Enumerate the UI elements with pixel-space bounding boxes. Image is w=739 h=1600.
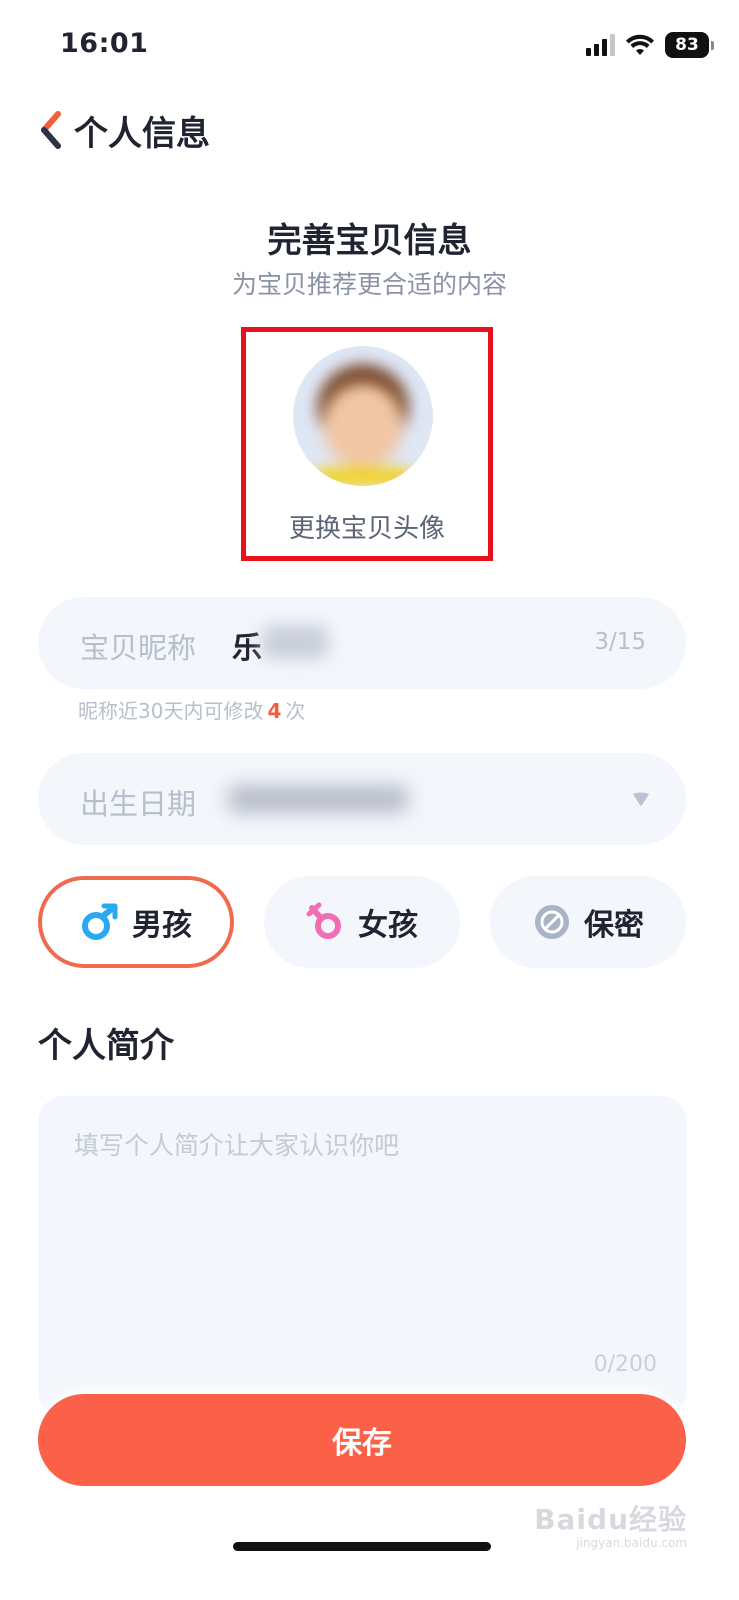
nickname-char-count: 3/15: [594, 629, 646, 655]
nickname-hint-suffix: 次: [285, 699, 306, 723]
birthday-label: 出生日期: [80, 787, 197, 821]
nickname-blurred-text: [262, 625, 328, 659]
signal-icon: [586, 34, 615, 56]
nickname-label: 宝贝昵称: [80, 631, 197, 665]
male-icon: [82, 903, 118, 940]
nickname-input[interactable]: 乐: [232, 623, 262, 667]
bio-char-count: 0/200: [593, 1352, 657, 1377]
birthday-blurred-value: [228, 785, 408, 813]
gender-option-girl[interactable]: 女孩: [264, 876, 460, 968]
change-avatar-button[interactable]: 更换宝贝头像: [241, 508, 493, 545]
birthday-field[interactable]: 出生日期: [38, 753, 686, 845]
gender-option-secret[interactable]: 保密: [490, 876, 686, 968]
gender-option-boy[interactable]: 男孩: [38, 876, 234, 968]
section-subtitle: 为宝贝推荐更合适的内容: [231, 270, 507, 299]
prohibited-icon: [535, 905, 569, 939]
watermark-sub: jingyan.baidu.com: [576, 1536, 687, 1550]
bio-placeholder: 填写个人简介让大家认识你吧: [74, 1131, 400, 1160]
gender-label-girl: 女孩: [358, 908, 418, 943]
nickname-hint-number: 4: [267, 699, 282, 723]
female-icon: [306, 902, 341, 939]
nickname-hint-prefix: 昵称近30天内可修改: [78, 699, 264, 723]
triangle-down-icon[interactable]: [630, 789, 652, 809]
status-time: 16:01: [60, 28, 149, 59]
wifi-icon: [626, 34, 654, 55]
home-indicator: [233, 1542, 491, 1551]
section-title: 完善宝贝信息: [267, 221, 472, 261]
bio-title: 个人简介: [38, 1026, 174, 1066]
save-button[interactable]: 保存: [38, 1394, 686, 1486]
gender-label-secret: 保密: [584, 908, 644, 943]
page-title: 个人信息: [74, 114, 210, 154]
nickname-field[interactable]: 宝贝昵称 乐 3/15: [38, 597, 686, 689]
back-button[interactable]: [34, 108, 68, 152]
watermark-text: Baidu经验: [534, 1503, 687, 1536]
bio-textarea[interactable]: 填写个人简介让大家认识你吧 0/200: [38, 1096, 687, 1416]
battery-icon: 83: [665, 32, 714, 58]
nickname-hint: 昵称近30天内可修改 4 次: [78, 695, 305, 724]
status-icons: 83: [585, 32, 714, 58]
watermark: Baidu经验 jingyan.baidu.com: [534, 1498, 687, 1550]
gender-label-boy: 男孩: [132, 908, 192, 943]
